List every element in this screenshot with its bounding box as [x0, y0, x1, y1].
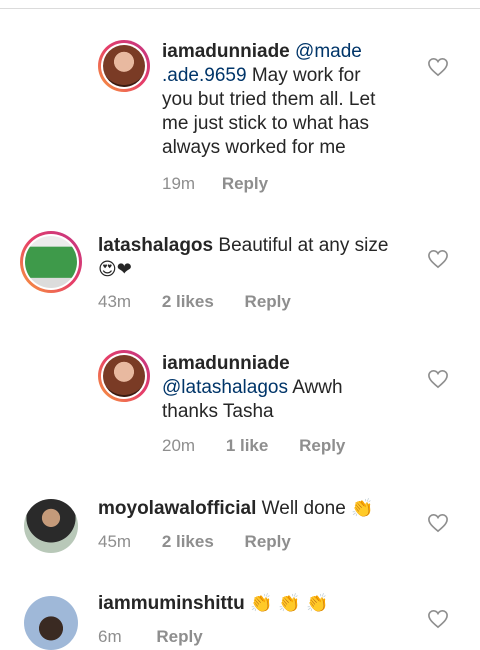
likes-count[interactable]: 2 likes — [162, 292, 214, 312]
comment-text: iamadunniade @latashalagos Awwh thanks T… — [162, 353, 343, 422]
reply-button[interactable]: Reply — [156, 627, 202, 647]
username[interactable]: iamadunniade — [162, 41, 290, 62]
timestamp: 43m — [98, 292, 132, 311]
reply-button[interactable]: Reply — [222, 174, 268, 194]
mention-link[interactable]: .ade.9659 — [162, 65, 247, 86]
timestamp: 45m — [98, 532, 132, 551]
emoji: 😍❤ — [98, 259, 132, 280]
comment-text: iamadunniade @made .ade.9659 May work fo… — [162, 41, 376, 158]
avatar[interactable] — [98, 350, 150, 402]
heart-outline-icon[interactable] — [427, 513, 449, 533]
reply-button[interactable]: Reply — [299, 436, 345, 456]
heart-outline-icon[interactable] — [427, 609, 449, 629]
heart-outline-icon[interactable] — [427, 57, 449, 77]
mention-link[interactable]: @made — [295, 41, 362, 62]
likes-count[interactable]: 2 likes — [162, 532, 214, 552]
comment-meta: 43m 2 likes Reply — [98, 292, 291, 312]
emoji: 👏 👏 👏 — [250, 593, 329, 614]
mention-link[interactable]: @latashalagos — [162, 377, 288, 398]
timestamp: 20m — [162, 436, 196, 455]
username[interactable]: latashalagos — [98, 235, 213, 256]
username[interactable]: moyolawalofficial — [98, 498, 256, 519]
emoji: 👏 — [351, 498, 374, 519]
avatar[interactable] — [24, 596, 78, 650]
comment-meta: 6m Reply — [98, 627, 203, 647]
comment-text: iammuminshittu 👏 👏 👏 — [98, 592, 418, 616]
avatar[interactable] — [20, 231, 82, 293]
avatar[interactable] — [98, 40, 150, 92]
username[interactable]: iamadunniade — [162, 353, 290, 374]
reply-button[interactable]: Reply — [245, 532, 291, 552]
username[interactable]: iammuminshittu — [98, 593, 245, 614]
avatar[interactable] — [24, 499, 78, 553]
comment-text: moyolawalofficial Well done 👏 — [98, 498, 374, 519]
divider — [0, 8, 480, 9]
comment-meta: 45m 2 likes Reply — [98, 532, 291, 552]
reply-button[interactable]: Reply — [245, 292, 291, 312]
timestamp: 6m — [98, 627, 122, 646]
comment-text: latashalagos Beautiful at any size 😍❤ — [98, 235, 389, 280]
heart-outline-icon[interactable] — [427, 369, 449, 389]
comment-meta: 20m 1 like Reply — [162, 436, 345, 456]
likes-count[interactable]: 1 like — [226, 436, 269, 456]
heart-outline-icon[interactable] — [427, 249, 449, 269]
comment-meta: 19m Reply — [162, 174, 268, 194]
timestamp: 19m — [162, 174, 196, 193]
